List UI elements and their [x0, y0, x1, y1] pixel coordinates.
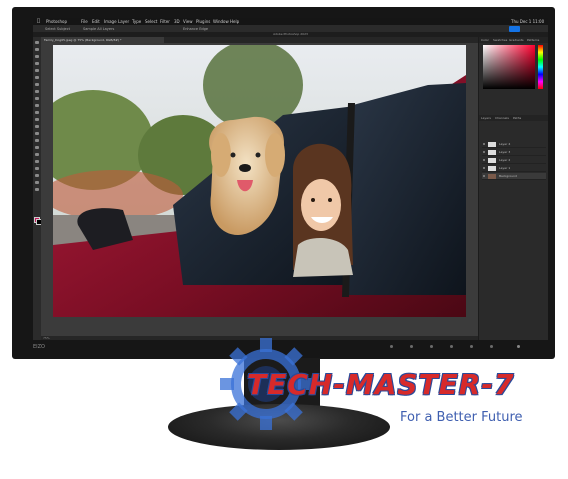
canvas-area[interactable] [41, 43, 478, 340]
right-panels: Color Swatches Gradients Patterns Layers… [478, 37, 548, 340]
monitor-button[interactable] [430, 345, 433, 348]
app-menu[interactable]: Photoshop [46, 18, 67, 25]
monitor-brand-logo: EIZO [33, 344, 45, 350]
visibility-eye-icon[interactable] [483, 159, 485, 161]
layer-row-selected[interactable]: Background [482, 173, 546, 180]
move-tool-icon[interactable] [35, 41, 39, 44]
tab-color[interactable]: Color [481, 37, 489, 43]
photo-illustration [53, 45, 466, 317]
apple-icon[interactable]:  [37, 18, 40, 25]
monitor-button[interactable] [410, 345, 413, 348]
tab-paths[interactable]: Paths [513, 115, 521, 121]
marquee-tool-icon[interactable] [35, 48, 39, 51]
menu-file[interactable]: File [81, 18, 88, 25]
monitor-button[interactable] [490, 345, 493, 348]
menu-edit[interactable]: Edit [92, 18, 100, 25]
zoom-tool-icon[interactable] [35, 181, 39, 184]
menu-select[interactable]: Select [145, 18, 157, 25]
hue-slider[interactable] [538, 45, 543, 89]
layer-row[interactable]: Layer 3 [482, 149, 546, 156]
screen:  Photoshop File Edit Image Layer Type S… [33, 18, 548, 340]
layer-thumbnail [488, 173, 496, 179]
layer-name: Background [499, 174, 517, 178]
layer-thumbnail [488, 149, 496, 155]
menu-view[interactable]: View [183, 18, 193, 25]
menubar-clock: Thu Dec 1 11:00 [511, 19, 545, 24]
visibility-eye-icon[interactable] [483, 151, 485, 153]
layer-thumbnail [488, 157, 496, 163]
clone-stamp-tool-icon[interactable] [35, 104, 39, 107]
visibility-eye-icon[interactable] [483, 167, 485, 169]
history-brush-tool-icon[interactable] [35, 111, 39, 114]
menu-3d[interactable]: 3D [174, 18, 180, 25]
type-tool-icon[interactable] [35, 153, 39, 156]
menu-image[interactable]: Image [104, 18, 117, 25]
hand-tool-icon[interactable] [35, 174, 39, 177]
layer-name: Layer 3 [499, 150, 511, 154]
document-photo[interactable] [53, 45, 466, 317]
visibility-eye-icon[interactable] [483, 143, 485, 145]
quick-select-tool-icon[interactable] [35, 62, 39, 65]
color-picker-field[interactable] [483, 45, 535, 89]
gradient-tool-icon[interactable] [35, 125, 39, 128]
layer-row[interactable]: Layer 4 [482, 141, 546, 148]
layer-thumbnail [488, 141, 496, 147]
menu-filter[interactable]: Filter [160, 18, 170, 25]
toolbar [33, 37, 42, 340]
monitor-button[interactable] [470, 345, 473, 348]
tab-gradients[interactable]: Gradients [509, 37, 524, 43]
lasso-tool-icon[interactable] [35, 55, 39, 58]
monitor-button[interactable] [450, 345, 453, 348]
layer-row[interactable]: Layer 1 [482, 165, 546, 172]
shape-tool-icon[interactable] [35, 167, 39, 170]
tab-swatches[interactable]: Swatches [493, 37, 507, 43]
menu-help[interactable]: Help [230, 18, 239, 25]
blur-tool-icon[interactable] [35, 132, 39, 135]
power-button-icon[interactable] [517, 345, 520, 348]
menu-type[interactable]: Type [132, 18, 141, 25]
path-select-tool-icon[interactable] [35, 160, 39, 163]
tab-patterns[interactable]: Patterns [527, 37, 539, 43]
menu-window[interactable]: Window [213, 18, 229, 25]
visibility-eye-icon[interactable] [483, 175, 485, 177]
healing-brush-tool-icon[interactable] [35, 90, 39, 93]
layer-name: Layer 2 [499, 158, 511, 162]
layer-name: Layer 4 [499, 142, 511, 146]
layer-row[interactable]: Layer 2 [482, 157, 546, 164]
eyedropper-tool-icon[interactable] [35, 83, 39, 86]
eraser-tool-icon[interactable] [35, 118, 39, 121]
layer-name: Layer 1 [499, 166, 511, 170]
menu-plugins[interactable]: Plugins [196, 18, 210, 25]
crop-tool-icon[interactable] [35, 69, 39, 72]
pen-tool-icon[interactable] [35, 146, 39, 149]
tab-channels[interactable]: Channels [495, 115, 509, 121]
color-panel-tabs: Color Swatches Gradients Patterns [479, 37, 548, 43]
menubar:  Photoshop File Edit Image Layer Type S… [33, 18, 548, 25]
menu-layer[interactable]: Layer [118, 18, 129, 25]
layer-thumbnail [488, 165, 496, 171]
tab-layers[interactable]: Layers [481, 115, 491, 121]
layers-panel-tabs: Layers Channels Paths [479, 115, 548, 121]
frame-tool-icon[interactable] [35, 76, 39, 79]
monitor-button[interactable] [390, 345, 393, 348]
dodge-tool-icon[interactable] [35, 139, 39, 142]
watermark-title: TECH-MASTER-7 [247, 368, 515, 401]
more-tools-icon[interactable] [35, 188, 39, 191]
watermark-tagline: For a Better Future [400, 410, 523, 425]
monitor:  Photoshop File Edit Image Layer Type S… [12, 7, 555, 359]
brush-tool-icon[interactable] [35, 97, 39, 100]
